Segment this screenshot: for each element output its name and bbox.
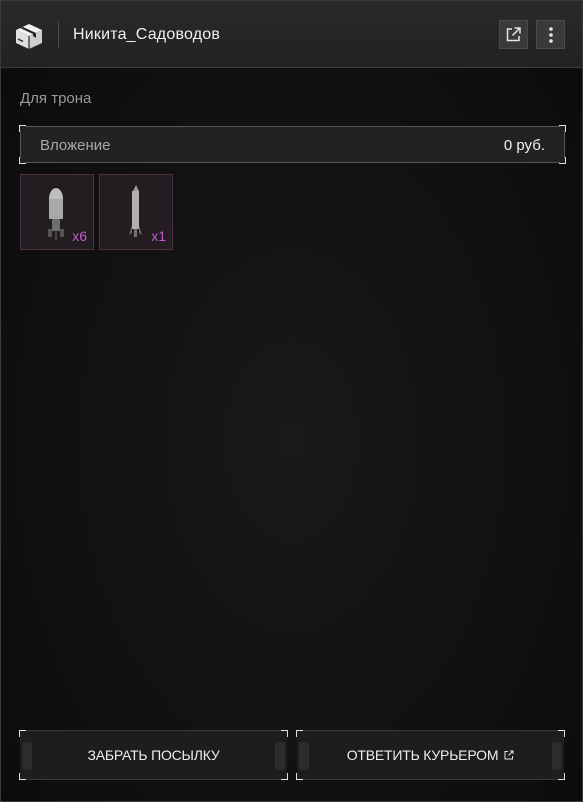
parcel-item[interactable]: x1 (99, 174, 173, 250)
item-count: x6 (72, 228, 87, 244)
external-link-icon (506, 27, 521, 42)
parcel-window: Никита_Садоводов Для трона Вложение 0 ру… (0, 0, 583, 802)
parcel-subject: Для трона (20, 90, 92, 107)
reply-courier-label: ОТВЕТИТЬ КУРЬЕРОМ (346, 747, 499, 763)
header-divider (58, 22, 59, 48)
sender-name: Никита_Садоводов (73, 26, 221, 43)
external-link-icon (504, 750, 514, 760)
attachment-label: Вложение (40, 137, 111, 154)
take-parcel-label: ЗАБРАТЬ ПОСЫЛКУ (87, 747, 220, 763)
item-count: x1 (151, 228, 166, 244)
more-options-button[interactable] (536, 20, 565, 49)
parcel-item[interactable]: x6 (20, 174, 94, 250)
open-external-button[interactable] (499, 20, 528, 49)
reply-courier-button[interactable]: ОТВЕТИТЬ КУРЬЕРОМ (296, 730, 565, 780)
attachment-row: Вложение 0 руб. (19, 125, 566, 164)
more-vertical-icon (548, 26, 553, 43)
take-parcel-button[interactable]: ЗАБРАТЬ ПОСЫЛКУ (19, 730, 288, 780)
header-bar: Никита_Садоводов (1, 1, 582, 68)
attachment-amount: 0 руб. (503, 137, 545, 154)
box-icon (16, 24, 42, 49)
